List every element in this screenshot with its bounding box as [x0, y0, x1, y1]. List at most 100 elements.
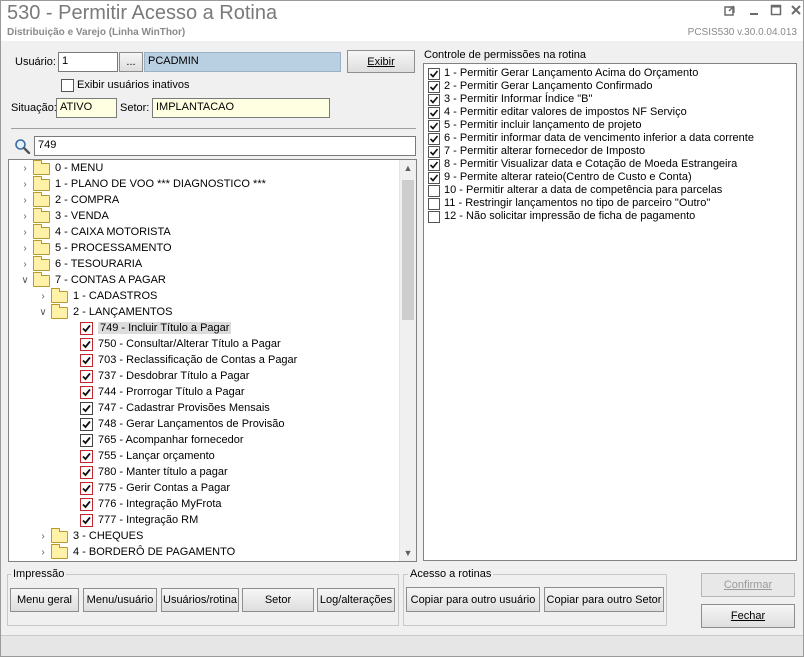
exibir-button[interactable]: Exibir	[347, 50, 415, 73]
tree-routine-row[interactable]: 750 - Consultar/Alterar Título a Pagar	[9, 337, 399, 353]
copiar-setor-button[interactable]: Copiar para outro Setor	[544, 587, 664, 612]
routine-checkbox[interactable]	[80, 482, 93, 495]
maximize-icon[interactable]	[765, 3, 787, 21]
window-title: 530 - Permitir Acesso a Rotina	[7, 2, 278, 24]
scroll-up-icon[interactable]: ▲	[400, 160, 416, 176]
routine-checkbox[interactable]	[80, 322, 93, 335]
tree-routine-row[interactable]: 737 - Desdobrar Título a Pagar	[9, 369, 399, 385]
search-input[interactable]: 749	[34, 136, 416, 156]
tree-folder-row[interactable]: › 5 - PROCESSAMENTO	[9, 240, 399, 257]
usuario-lookup-button[interactable]: ...	[119, 52, 143, 72]
tree-routine-row[interactable]: 703 - Reclassificação de Contas a Pagar	[9, 353, 399, 369]
setor-field: IMPLANTACAO	[152, 98, 330, 118]
scroll-down-icon[interactable]: ▼	[400, 545, 416, 561]
usuario-code-input[interactable]: 1	[58, 52, 118, 72]
version-label: PCSIS530 v.30.0.04.013	[687, 27, 797, 38]
permission-checkbox[interactable]	[428, 159, 440, 171]
tree-routine-row[interactable]: 777 - Integração RM	[9, 513, 399, 529]
folder-icon	[51, 288, 68, 303]
menu-usuario-button[interactable]: Menu/usuário	[83, 588, 157, 612]
permission-checkbox[interactable]	[428, 81, 440, 93]
collapsed-chevron-icon[interactable]: ›	[37, 290, 49, 304]
tree-routine-row[interactable]: 775 - Gerir Contas a Pagar	[9, 481, 399, 497]
routine-checkbox[interactable]	[80, 386, 93, 399]
tree-folder-row[interactable]: › 3 - VENDA	[9, 208, 399, 225]
folder-icon	[51, 528, 68, 543]
tree-folder-row[interactable]: › 4 - BORDERÔ DE PAGAMENTO	[9, 544, 399, 561]
collapsed-chevron-icon[interactable]: ›	[19, 258, 31, 272]
usuarios-rotina-button[interactable]: Usuários/rotina	[161, 588, 239, 612]
routine-checkbox[interactable]	[80, 370, 93, 383]
tree-folder-row[interactable]: › 2 - COMPRA	[9, 192, 399, 209]
confirmar-button[interactable]: Confirmar	[701, 573, 795, 597]
permission-checkbox[interactable]	[428, 211, 440, 223]
tree-folder-label: 4 - CAIXA MOTORISTA	[55, 226, 171, 238]
routine-label: 777 - Integração RM	[98, 514, 199, 526]
folder-icon	[51, 544, 68, 559]
setor-button[interactable]: Setor	[242, 588, 314, 612]
tree-folder-row[interactable]: › 3 - CHEQUES	[9, 528, 399, 545]
tree-routine-row[interactable]: 744 - Prorrogar Título a Pagar	[9, 385, 399, 401]
tree-scrollbar[interactable]: ▲ ▼	[399, 160, 416, 561]
permission-checkbox[interactable]	[428, 146, 440, 158]
permission-label: 6 - Permitir informar data de vencimento…	[444, 132, 754, 144]
close-icon[interactable]	[785, 3, 804, 21]
routine-checkbox[interactable]	[80, 354, 93, 367]
collapsed-chevron-icon[interactable]: ›	[19, 194, 31, 208]
tree-routine-row[interactable]: 748 - Gerar Lançamentos de Provisão	[9, 417, 399, 433]
permission-checkbox[interactable]	[428, 172, 440, 184]
routine-label: 755 - Lançar orçamento	[98, 450, 215, 462]
collapsed-chevron-icon[interactable]: ›	[37, 546, 49, 560]
permission-checkbox[interactable]	[428, 107, 440, 119]
collapsed-chevron-icon[interactable]: ›	[19, 210, 31, 224]
collapsed-chevron-icon[interactable]: ›	[37, 530, 49, 544]
collapsed-chevron-icon[interactable]: ›	[19, 226, 31, 240]
tree-routine-row[interactable]: 755 - Lançar orçamento	[9, 449, 399, 465]
collapsed-chevron-icon[interactable]: ›	[19, 162, 31, 176]
acesso-title: Acesso a rotinas	[408, 568, 494, 580]
tree-folder-row[interactable]: › 0 - MENU	[9, 160, 399, 177]
tree-folder-row[interactable]: › 6 - TESOURARIA	[9, 256, 399, 273]
collapsed-chevron-icon[interactable]: ›	[19, 242, 31, 256]
menu-geral-button[interactable]: Menu geral	[10, 588, 79, 612]
routine-checkbox[interactable]	[80, 402, 93, 415]
tree-folder-row[interactable]: ∨ 2 - LANÇAMENTOS	[9, 304, 399, 321]
copiar-usuario-button[interactable]: Copiar para outro usuário	[406, 587, 540, 612]
search-icon	[14, 138, 32, 155]
tree-routine-row[interactable]: 747 - Cadastrar Provisões Mensais	[9, 401, 399, 417]
routine-checkbox[interactable]	[80, 450, 93, 463]
permission-checkbox[interactable]	[428, 185, 440, 197]
tree-folder-label: 0 - MENU	[55, 162, 104, 174]
routine-checkbox[interactable]	[80, 434, 93, 447]
minimize-icon[interactable]	[743, 3, 765, 21]
tree-routine-row[interactable]: 749 - Incluir Título a Pagar	[9, 321, 399, 337]
tree-folder-row[interactable]: › 4 - CAIXA MOTORISTA	[9, 224, 399, 241]
tree-folder-row[interactable]: › 1 - PLANO DE VOO *** DIAGNOSTICO ***	[9, 176, 399, 193]
scrollbar-thumb[interactable]	[402, 180, 414, 320]
permission-checkbox[interactable]	[428, 133, 440, 145]
routine-checkbox[interactable]	[80, 418, 93, 431]
routine-checkbox[interactable]	[80, 514, 93, 527]
tree-routine-row[interactable]: 776 - Integração MyFrota	[9, 497, 399, 513]
exibir-inativos-checkbox[interactable]	[61, 79, 74, 92]
fechar-button[interactable]: Fechar	[701, 604, 795, 628]
usuario-label: Usuário:	[15, 56, 56, 68]
restore-icon[interactable]	[719, 3, 741, 21]
log-alteracoes-button[interactable]: Log/alterações	[317, 588, 395, 612]
routine-checkbox[interactable]	[80, 466, 93, 479]
permission-label: 9 - Permite alterar rateio(Centro de Cus…	[444, 171, 692, 183]
permission-checkbox[interactable]	[428, 68, 440, 80]
tree-folder-row[interactable]: › 1 - CADASTROS	[9, 288, 399, 305]
permission-checkbox[interactable]	[428, 94, 440, 106]
expanded-chevron-icon[interactable]: ∨	[19, 274, 31, 288]
permission-checkbox[interactable]	[428, 198, 440, 210]
routine-label: 703 - Reclassificação de Contas a Pagar	[98, 354, 298, 366]
routine-checkbox[interactable]	[80, 338, 93, 351]
collapsed-chevron-icon[interactable]: ›	[19, 178, 31, 192]
tree-folder-row[interactable]: ∨ 7 - CONTAS A PAGAR	[9, 272, 399, 289]
expanded-chevron-icon[interactable]: ∨	[37, 306, 49, 320]
permission-checkbox[interactable]	[428, 120, 440, 132]
tree-routine-row[interactable]: 780 - Manter título a pagar	[9, 465, 399, 481]
tree-routine-row[interactable]: 765 - Acompanhar fornecedor	[9, 433, 399, 449]
routine-checkbox[interactable]	[80, 498, 93, 511]
